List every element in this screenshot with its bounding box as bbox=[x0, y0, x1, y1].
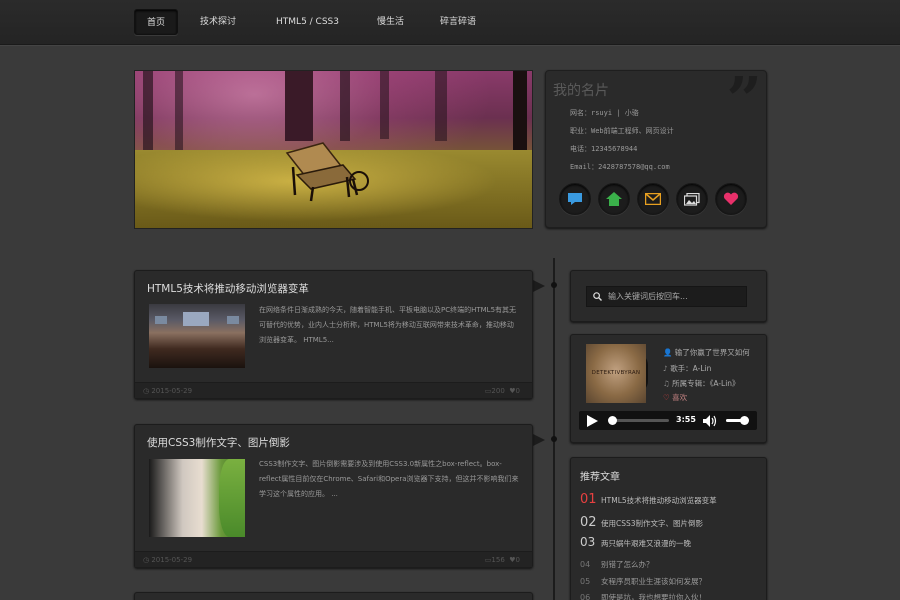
article-thumbnail[interactable] bbox=[149, 459, 245, 537]
recommend-item[interactable]: 01 HTML5技术将推动移动浏览器变革 bbox=[580, 492, 717, 507]
nav-item-home[interactable]: 首页 bbox=[134, 9, 179, 35]
card-phone: 电话：12345678944 bbox=[570, 145, 638, 153]
progress-bar[interactable] bbox=[608, 416, 669, 425]
chat-bubble-icon[interactable] bbox=[559, 183, 591, 215]
article-footer: ◷ 2015-05-29 ▭156 ♥0 bbox=[135, 551, 532, 567]
article-thumbnail[interactable] bbox=[149, 304, 245, 368]
main-nav: 首页 技术探讨 HTML5 / CSS3 慢生活 碎言碎语 bbox=[134, 9, 494, 35]
profile-card: 我的名片 ” 网名：rsuyi | 小骆 职业：Web前端工程师、网页设计 电话… bbox=[545, 63, 767, 228]
article-card bbox=[134, 592, 533, 600]
play-icon[interactable] bbox=[587, 415, 598, 427]
recommend-item[interactable]: 05 女程序员职业生涯该如何发展？ bbox=[580, 576, 706, 587]
volume-icon[interactable] bbox=[703, 415, 717, 427]
quote-icon: ” bbox=[726, 63, 762, 136]
article-stats: ▭156 ♥0 bbox=[485, 556, 520, 564]
card-name: 网名：rsuyi | 小骆 bbox=[570, 109, 639, 117]
mic-icon: ♪ bbox=[663, 364, 668, 373]
home-icon[interactable] bbox=[598, 183, 630, 215]
note-icon: ♫ bbox=[663, 379, 670, 388]
article-excerpt: CSS3制作文字、图片倒影需要涉及到使用CSS3.0新属性之box-reflec… bbox=[259, 460, 519, 498]
banner-image bbox=[134, 70, 533, 229]
article-card: 使用CSS3制作文字、图片倒影 CSS3制作文字、图片倒影需要涉及到使用CSS3… bbox=[134, 424, 533, 568]
recommend-title: 推荐文章 bbox=[580, 472, 620, 483]
recommend-item[interactable]: 04 别错了怎么办？ bbox=[580, 559, 654, 570]
song-album: ♫ 所属专辑：《A-Lin》 bbox=[663, 379, 740, 388]
recommend-panel: 推荐文章 01 HTML5技术将推动移动浏览器变革 02 使用CSS3制作文字、图片… bbox=[570, 457, 767, 600]
card-title: 我的名片 bbox=[553, 83, 609, 99]
card-job: 职业：Web前端工程师、网页设计 bbox=[570, 127, 674, 135]
nav-item-html5-css3[interactable]: HTML5 / CSS3 bbox=[264, 9, 351, 35]
song-singer: ♪ 歌手：A-Lin bbox=[663, 364, 712, 373]
user-icon: 👤 bbox=[663, 348, 673, 357]
album-cover: DETEKTIVBYRAN bbox=[586, 344, 646, 403]
time-display: 3:55 bbox=[676, 415, 696, 424]
volume-slider[interactable] bbox=[726, 416, 749, 425]
nav-item-notes[interactable]: 碎言碎语 bbox=[428, 9, 488, 35]
timeline-pointer bbox=[533, 434, 545, 446]
recommend-item[interactable]: 02 使用CSS3制作文字、图片倒影 bbox=[580, 515, 703, 530]
recommend-item[interactable]: 03 两只蜗牛艰难又浪漫的一晚 bbox=[580, 535, 691, 549]
music-panel: DETEKTIVBYRAN 👤 输了你赢了世界又如何 ♪ 歌手：A-Lin ♫ … bbox=[570, 334, 767, 443]
view-count: 156 bbox=[491, 556, 505, 564]
song-title: 👤 输了你赢了世界又如何 bbox=[663, 348, 750, 357]
nav-item-slow-life[interactable]: 慢生活 bbox=[365, 9, 416, 35]
timeline-pointer bbox=[533, 280, 545, 292]
heart-outline-icon: ♡ bbox=[663, 393, 670, 402]
search-placeholder: 输入关键词后按回车... bbox=[608, 292, 688, 301]
audio-player: 3:55 bbox=[579, 411, 757, 430]
like-count: 0 bbox=[515, 387, 520, 395]
card-email: Email：2428787578@qq.com bbox=[570, 163, 670, 171]
article-date: ◷ 2015-05-29 bbox=[143, 556, 193, 564]
search-input[interactable]: 输入关键词后按回车... bbox=[586, 286, 747, 307]
article-title[interactable]: 使用CSS3制作文字、图片倒影 bbox=[147, 435, 290, 450]
like-link[interactable]: ♡ 喜欢 bbox=[663, 392, 687, 403]
article-excerpt: 在网络条件日渐成熟的今天，随着智能手机、平板电脑以及PC终端的HTML5有其无可… bbox=[259, 306, 517, 344]
article-stats: ▭200 ♥0 bbox=[485, 387, 520, 395]
nav-item-tech[interactable]: 技术探讨 bbox=[188, 9, 248, 35]
timeline-dot bbox=[551, 436, 557, 442]
article-card: HTML5技术将推动移动浏览器变革 在网络条件日渐成熟的今天，随着智能手机、平板… bbox=[134, 270, 533, 399]
gallery-icon[interactable] bbox=[676, 183, 708, 215]
view-count: 200 bbox=[491, 387, 505, 395]
article-date: ◷ 2015-05-29 bbox=[143, 387, 193, 395]
search-icon bbox=[593, 292, 602, 301]
heart-icon[interactable] bbox=[715, 183, 747, 215]
recommend-item[interactable]: 06 即使是坑，我也想要拉你入伙！ bbox=[580, 592, 706, 600]
timeline-dot bbox=[551, 282, 557, 288]
mail-icon[interactable] bbox=[637, 183, 669, 215]
search-panel: 输入关键词后按回车... bbox=[570, 270, 767, 322]
article-title[interactable]: HTML5技术将推动移动浏览器变革 bbox=[147, 281, 309, 296]
like-count: 0 bbox=[515, 556, 520, 564]
timeline-line bbox=[553, 258, 555, 600]
article-footer: ◷ 2015-05-29 ▭200 ♥0 bbox=[135, 382, 532, 398]
top-navbar: 首页 技术探讨 HTML5 / CSS3 慢生活 碎言碎语 bbox=[0, 0, 900, 45]
